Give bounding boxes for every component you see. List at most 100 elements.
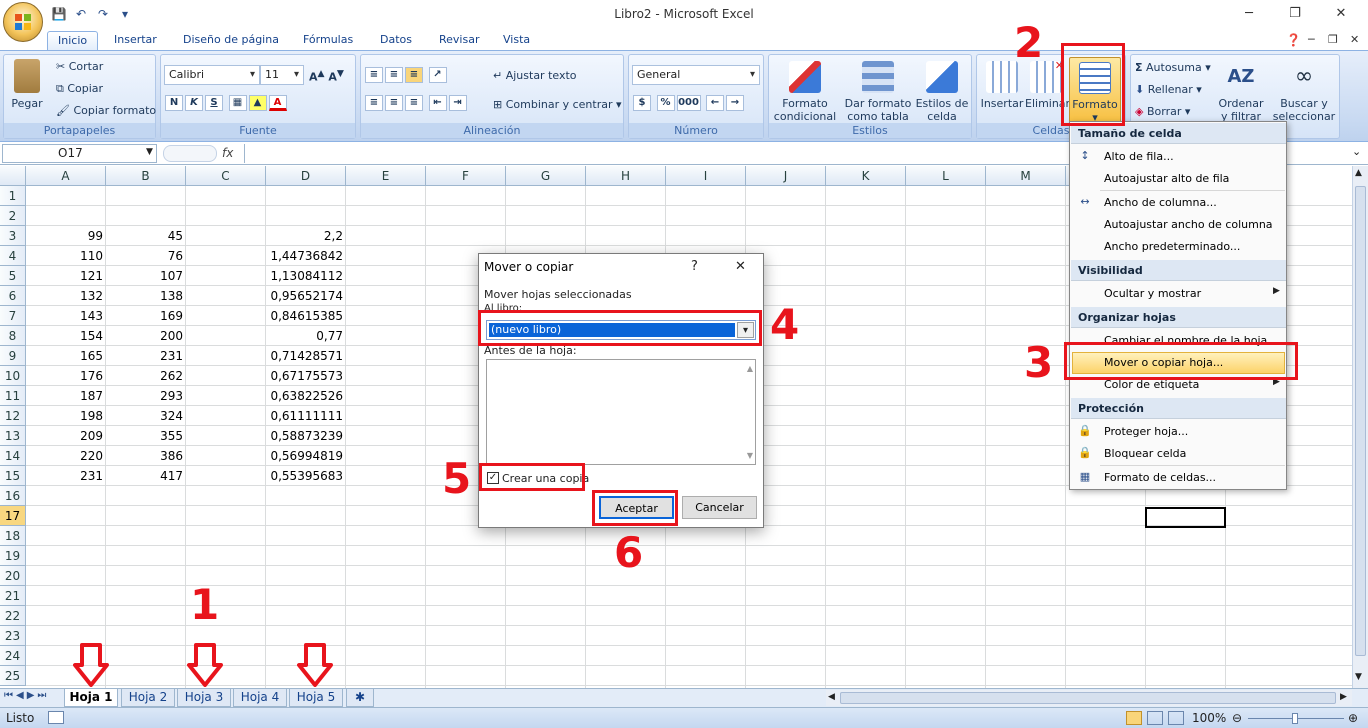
- row-header-19[interactable]: 19: [0, 546, 26, 566]
- column-header-i[interactable]: I: [666, 166, 746, 186]
- column-header-e[interactable]: E: [346, 166, 426, 186]
- cell-b14[interactable]: 386: [106, 446, 186, 466]
- row-header-20[interactable]: 20: [0, 566, 26, 586]
- zoom-level[interactable]: 100%: [1192, 708, 1226, 728]
- cell-d10[interactable]: 0,67175573: [266, 366, 346, 386]
- cell-b5[interactable]: 107: [106, 266, 186, 286]
- normal-view-icon[interactable]: [1126, 711, 1142, 725]
- decrease-decimal-icon[interactable]: →: [726, 95, 744, 111]
- page-layout-view-icon[interactable]: [1147, 711, 1163, 725]
- cell-b13[interactable]: 355: [106, 426, 186, 446]
- sheet-tab-hoja3[interactable]: Hoja 3: [177, 689, 231, 707]
- column-header-f[interactable]: F: [426, 166, 506, 186]
- row-header-14[interactable]: 14: [0, 446, 26, 466]
- italic-button[interactable]: K: [185, 95, 203, 111]
- dialog-close-button[interactable]: ✕: [735, 259, 746, 274]
- dialog-help-button[interactable]: ?: [691, 259, 698, 274]
- select-all-corner[interactable]: [0, 166, 26, 186]
- find-select-button[interactable]: ∞ Buscar y seleccionar: [1269, 61, 1339, 123]
- cell-d8[interactable]: 0,77: [266, 326, 346, 346]
- cell-d6[interactable]: 0,95652174: [266, 286, 346, 306]
- horizontal-scrollbar[interactable]: ◀ ▶: [826, 690, 1352, 706]
- font-color-icon[interactable]: A: [268, 95, 287, 111]
- cell-d4[interactable]: 1,44736842: [266, 246, 346, 266]
- row-header-18[interactable]: 18: [0, 526, 26, 546]
- page-break-view-icon[interactable]: [1168, 711, 1184, 725]
- zoom-out-icon[interactable]: ⊖: [1232, 708, 1242, 728]
- menu-column-width[interactable]: Ancho de columna...: [1104, 196, 1217, 209]
- column-header-h[interactable]: H: [586, 166, 666, 186]
- tab-datos[interactable]: Datos: [380, 31, 412, 50]
- format-painter-button[interactable]: 🖌 Copiar formato: [56, 104, 156, 118]
- cell-b10[interactable]: 262: [106, 366, 186, 386]
- cell-a15[interactable]: 231: [26, 466, 106, 486]
- tab-vista[interactable]: Vista: [503, 31, 530, 50]
- row-header-22[interactable]: 22: [0, 606, 26, 626]
- row-header-21[interactable]: 21: [0, 586, 26, 606]
- menu-default-width[interactable]: Ancho predeterminado...: [1104, 240, 1240, 253]
- scroll-right-icon[interactable]: ▶: [1340, 692, 1347, 702]
- autosum-button[interactable]: Σ Autosuma ▾: [1135, 61, 1211, 75]
- wrap-text-button[interactable]: ↵ Ajustar texto: [493, 69, 577, 83]
- cell-d12[interactable]: 0,61111111: [266, 406, 346, 426]
- underline-button[interactable]: S: [205, 95, 223, 111]
- decrease-indent-icon[interactable]: ⇤: [428, 95, 447, 111]
- menu-protect-sheet[interactable]: Proteger hoja...: [1104, 425, 1188, 438]
- menu-lock-cell[interactable]: Bloquear celda: [1104, 447, 1186, 460]
- minimize-workbook-button[interactable]: ─: [1308, 31, 1315, 50]
- row-header-2[interactable]: 2: [0, 206, 26, 226]
- cell-b6[interactable]: 138: [106, 286, 186, 306]
- cell-a13[interactable]: 209: [26, 426, 106, 446]
- save-icon[interactable]: 💾: [50, 6, 68, 22]
- tab-formulas[interactable]: Fórmulas: [303, 31, 353, 50]
- cell-a3[interactable]: 99: [26, 226, 106, 246]
- restore-button[interactable]: ❐: [1280, 4, 1310, 24]
- row-header-10[interactable]: 10: [0, 366, 26, 386]
- thousands-button[interactable]: 000: [676, 95, 701, 111]
- cell-b15[interactable]: 417: [106, 466, 186, 486]
- office-button[interactable]: [3, 2, 43, 42]
- row-header-11[interactable]: 11: [0, 386, 26, 406]
- column-header-a[interactable]: A: [26, 166, 106, 186]
- cut-button[interactable]: ✂ Cortar: [56, 60, 103, 74]
- column-header-d[interactable]: D: [266, 166, 346, 186]
- cancel-button[interactable]: Cancelar: [682, 496, 757, 519]
- paste-button[interactable]: Pegar: [8, 59, 46, 110]
- cell-a7[interactable]: 143: [26, 306, 106, 326]
- fill-color-icon[interactable]: ▲: [248, 95, 267, 111]
- restore-workbook-button[interactable]: ❐: [1328, 31, 1338, 50]
- tab-diseno-pagina[interactable]: Diseño de página: [183, 31, 279, 50]
- list-scroll-down-icon[interactable]: ▼: [747, 451, 753, 460]
- align-middle-icon[interactable]: ≡: [385, 67, 403, 83]
- name-box-dropdown-icon[interactable]: ▼: [146, 147, 153, 157]
- cell-d3[interactable]: 2,2: [266, 226, 346, 246]
- undo-icon[interactable]: ↶: [72, 6, 90, 22]
- row-header-24[interactable]: 24: [0, 646, 26, 666]
- cell-d15[interactable]: 0,55395683: [266, 466, 346, 486]
- sheet-tab-hoja4[interactable]: Hoja 4: [233, 689, 287, 707]
- column-header-c[interactable]: C: [186, 166, 266, 186]
- scroll-up-icon[interactable]: ▲: [1355, 168, 1362, 178]
- column-header-m[interactable]: M: [986, 166, 1066, 186]
- align-bottom-icon[interactable]: ≡: [405, 67, 423, 83]
- align-top-icon[interactable]: ≡: [365, 67, 383, 83]
- row-header-6[interactable]: 6: [0, 286, 26, 306]
- list-scroll-up-icon[interactable]: ▲: [747, 364, 753, 373]
- row-header-16[interactable]: 16: [0, 486, 26, 506]
- cell-b3[interactable]: 45: [106, 226, 186, 246]
- tab-revisar[interactable]: Revisar: [439, 31, 479, 50]
- percent-button[interactable]: %: [656, 95, 675, 111]
- row-header-9[interactable]: 9: [0, 346, 26, 366]
- cell-d5[interactable]: 1,13084112: [266, 266, 346, 286]
- cell-b4[interactable]: 76: [106, 246, 186, 266]
- currency-icon[interactable]: $: [633, 95, 651, 111]
- insert-function-icon[interactable]: fx: [222, 146, 233, 160]
- menu-hide-show[interactable]: Ocultar y mostrar: [1104, 287, 1201, 300]
- cell-b8[interactable]: 200: [106, 326, 186, 346]
- cell-b11[interactable]: 293: [106, 386, 186, 406]
- column-header-b[interactable]: B: [106, 166, 186, 186]
- expand-formula-icon[interactable]: ⌄: [1352, 145, 1361, 158]
- sheet-tab-hoja5[interactable]: Hoja 5: [289, 689, 343, 707]
- cell-d13[interactable]: 0,58873239: [266, 426, 346, 446]
- row-header-1[interactable]: 1: [0, 186, 26, 206]
